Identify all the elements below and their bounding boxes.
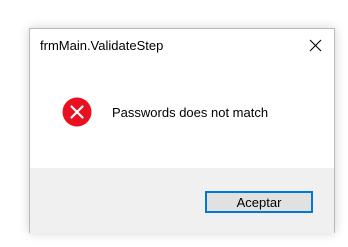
button-bar: Aceptar [30, 168, 334, 233]
title-bar[interactable]: frmMain.ValidateStep [30, 29, 334, 63]
accept-button[interactable]: Aceptar [205, 191, 313, 213]
message-box-dialog: frmMain.ValidateStep Passwords does not … [29, 28, 335, 233]
dialog-content: Passwords does not match [30, 63, 334, 167]
close-button[interactable] [298, 30, 332, 60]
error-icon [62, 97, 92, 127]
error-message: Passwords does not match [112, 105, 269, 120]
desktop-background: frmMain.ValidateStep Passwords does not … [0, 0, 348, 247]
dialog-title: frmMain.ValidateStep [40, 38, 164, 53]
close-icon [309, 39, 321, 51]
